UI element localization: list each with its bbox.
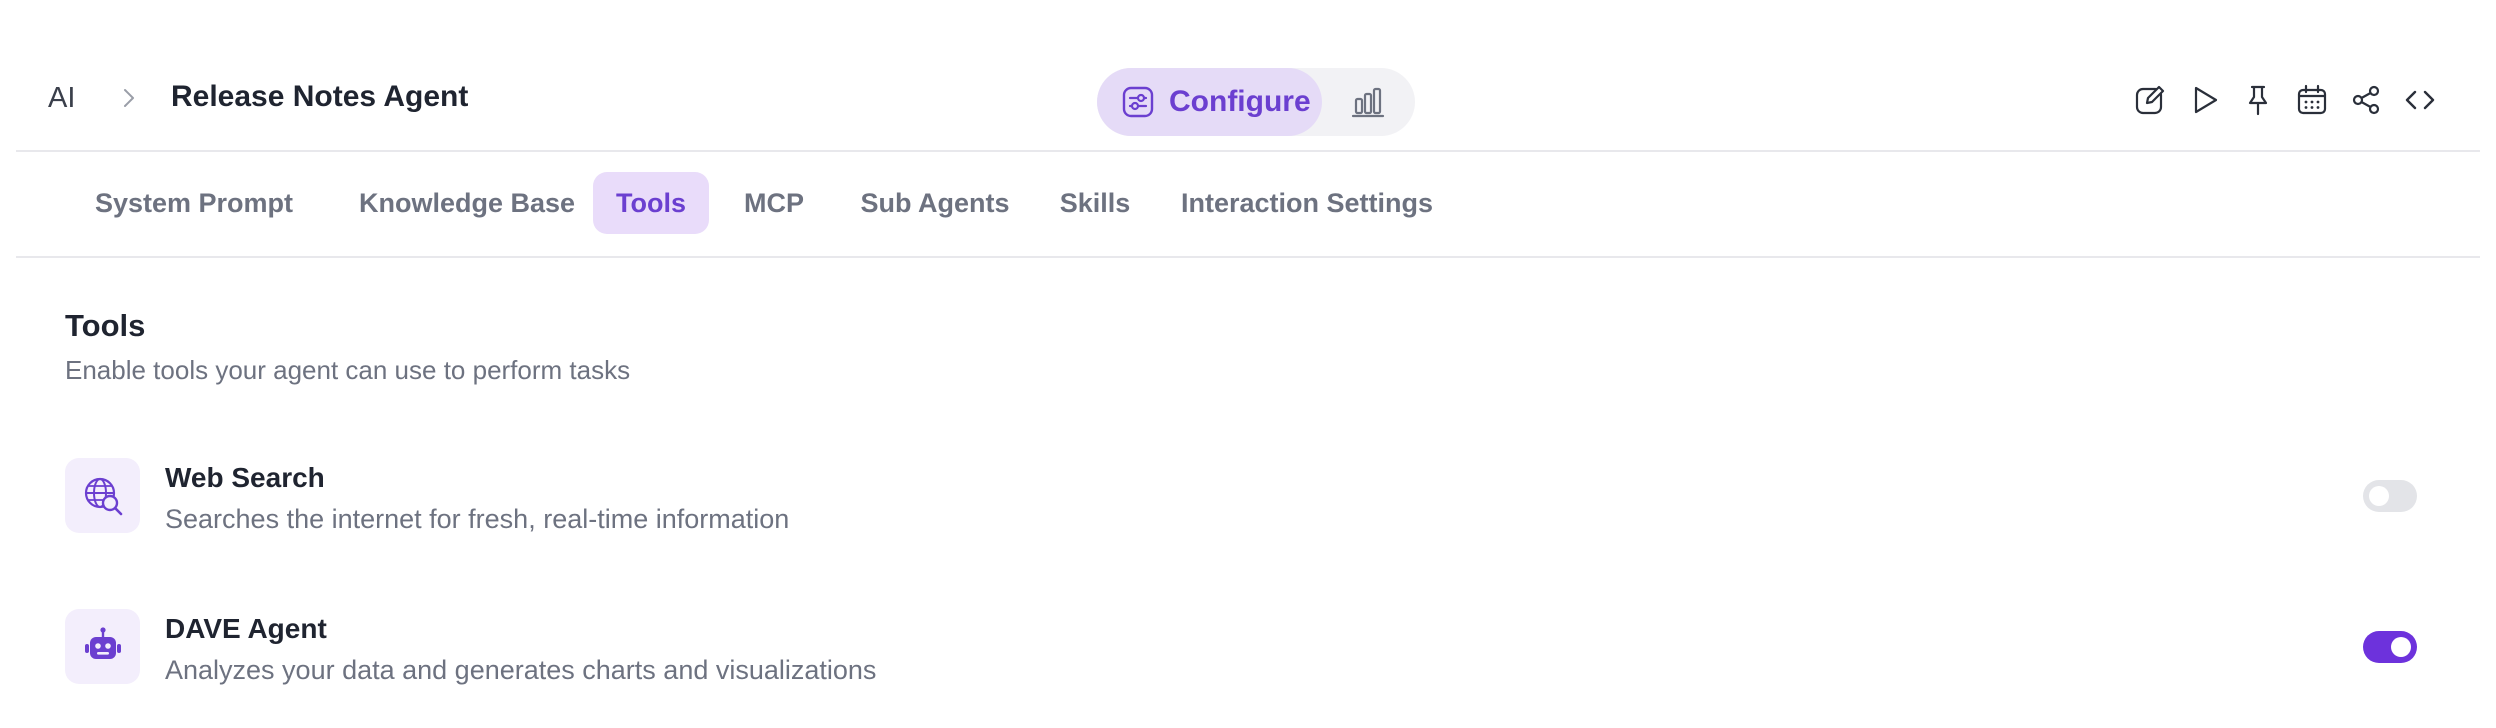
share-icon[interactable] [2348, 82, 2384, 118]
toggle-knob [2369, 486, 2389, 506]
tab-knowledge-base[interactable]: Knowledge Base [350, 172, 584, 234]
web-search-toggle[interactable] [2363, 480, 2417, 512]
configure-label: Configure [1169, 85, 1311, 118]
section-title: Tools [65, 308, 146, 343]
robot-icon [65, 609, 140, 684]
header-toolbar [2132, 82, 2438, 122]
tab-system-prompt[interactable]: System Prompt [89, 172, 299, 234]
tab-sub-agents[interactable]: Sub Agents [845, 172, 1025, 234]
mode-switch: Configure [1097, 68, 1415, 136]
tool-item-web-search: Web Search Searches the internet for fre… [65, 458, 2425, 548]
tool-description: Analyzes your data and generates charts … [165, 655, 877, 685]
header-bar: AI Release Notes Agent Configure [16, 0, 2480, 152]
tool-item-dave-agent: DAVE Agent Analyzes your data and genera… [65, 609, 2425, 699]
code-icon[interactable] [2402, 82, 2438, 118]
play-icon[interactable] [2186, 82, 2222, 118]
tool-name: DAVE Agent [165, 613, 327, 644]
tab-skills[interactable]: Skills [1045, 172, 1145, 234]
edit-icon[interactable] [2132, 82, 2168, 118]
tab-mcp[interactable]: MCP [729, 172, 819, 234]
breadcrumb-root[interactable]: AI [48, 82, 75, 115]
chevron-right-icon [114, 80, 144, 116]
pin-icon[interactable] [2240, 82, 2276, 118]
toggle-knob [2391, 637, 2411, 657]
tab-interaction-settings[interactable]: Interaction Settings [1162, 172, 1452, 234]
globe-search-icon [65, 458, 140, 533]
tab-bar: System Prompt Knowledge Base Tools MCP S… [16, 152, 2480, 258]
section-subtitle: Enable tools your agent can use to perfo… [65, 355, 631, 385]
calendar-icon[interactable] [2294, 82, 2330, 118]
bar-chart-icon[interactable] [1351, 85, 1385, 119]
tool-description: Searches the internet for fresh, real-ti… [165, 504, 790, 534]
sliders-icon [1121, 85, 1155, 119]
page-title: Release Notes Agent [171, 80, 469, 113]
tab-tools[interactable]: Tools [593, 172, 709, 234]
tool-name: Web Search [165, 462, 325, 493]
configure-mode-button[interactable]: Configure [1097, 68, 1322, 136]
dave-agent-toggle[interactable] [2363, 631, 2417, 663]
